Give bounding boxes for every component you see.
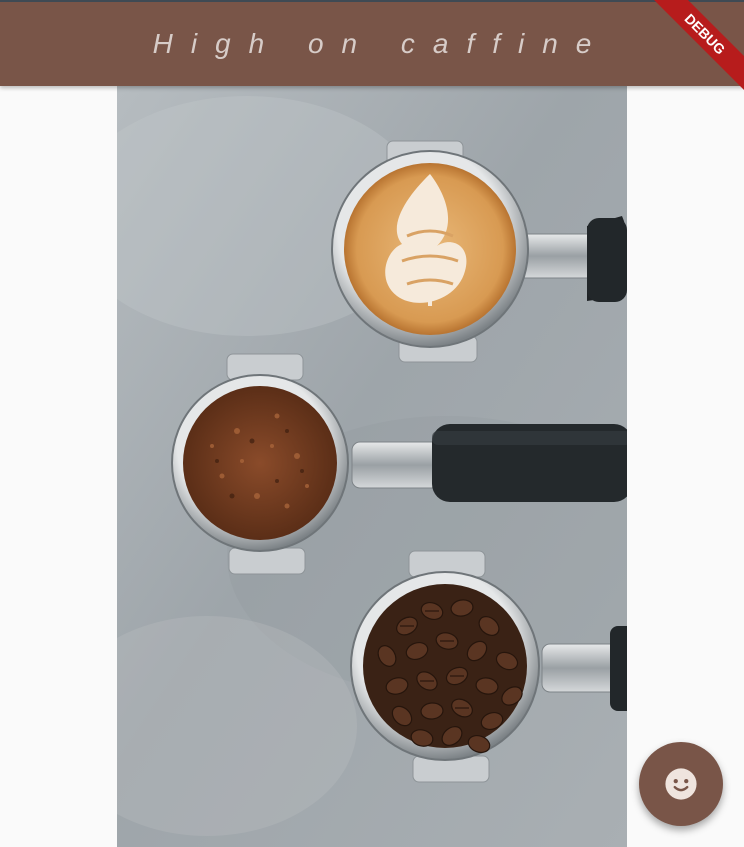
face-fab-button[interactable]	[639, 742, 723, 826]
app-bar: High on caffine	[0, 0, 744, 86]
coffee-photo-illustration	[117, 86, 627, 847]
smiley-face-icon	[665, 768, 697, 800]
coffee-photo	[117, 86, 627, 847]
app-bar-title: High on caffine	[152, 28, 610, 59]
